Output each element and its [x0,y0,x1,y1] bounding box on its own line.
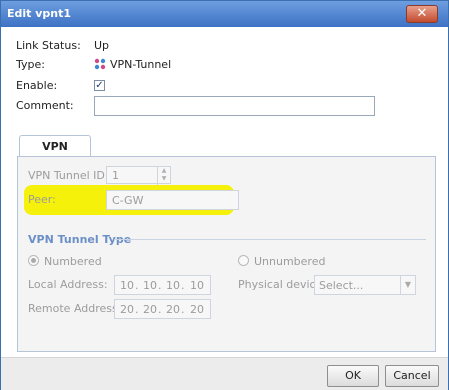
close-button[interactable]: ✕ [406,5,438,23]
remote-octet-3: 20 [166,303,180,316]
dot-separator: . [135,303,139,316]
dialog-title: Edit vpnt1 [7,7,72,20]
peer-label: Peer: [28,193,56,206]
button-bar: OK Cancel [1,357,448,390]
unnumbered-radio[interactable] [238,255,249,266]
cancel-button[interactable]: Cancel [385,365,439,387]
stepper-arrows[interactable]: ▲ ▼ [157,167,170,185]
peer-value: C-GW [112,194,144,207]
comment-label: Comment: [16,99,74,112]
chevron-down-icon[interactable]: ▼ [400,276,415,294]
edit-dialog: Edit vpnt1 ✕ Link Status: Up Type: VPN-T… [0,0,449,390]
tunnel-id-label: VPN Tunnel ID: [28,169,109,182]
local-octet-2: 10 [143,279,157,292]
tunnel-id-stepper[interactable]: 1 ▲ ▼ [106,166,171,185]
dot-separator: . [181,303,185,316]
type-value: VPN-Tunnel [110,58,172,71]
tab-vpn-tunnel[interactable]: VPN Tunnel [19,135,91,174]
stepper-up-icon[interactable]: ▲ [158,167,170,175]
enable-checkbox[interactable]: ✓ [94,80,105,91]
physical-device-select[interactable]: Select... ▼ [314,275,416,295]
physical-device-placeholder: Select... [319,279,364,292]
local-octet-1: 10 [120,279,134,292]
numbered-radio[interactable] [28,255,39,266]
dot-separator: . [135,279,139,292]
peer-input[interactable]: C-GW [106,190,239,210]
remote-octet-4: 20 [190,303,204,316]
ok-button[interactable]: OK [327,365,379,387]
remote-octet-2: 20 [143,303,157,316]
local-address-label: Local Address: [28,278,108,291]
physical-device-label: Physical device: [238,278,327,291]
unnumbered-label: Unnumbered [254,255,326,268]
link-status-value: Up [94,39,110,52]
vpn-tunnel-panel: VPN Tunnel ID: 1 ▲ ▼ Peer: C-GW VPN Tunn… [17,156,436,352]
comment-input[interactable] [94,96,375,116]
tunnel-id-value: 1 [112,169,119,182]
type-label: Type: [16,58,45,71]
dot-separator: . [158,303,162,316]
remote-address-label: Remote Address: [28,302,122,315]
dot-separator: . [158,279,162,292]
remote-address-input[interactable]: 20 . 20 . 20 . 20 [114,299,211,319]
numbered-label: Numbered [44,255,102,268]
vpn-tunnel-icon [94,58,106,70]
enable-label: Enable: [16,79,58,92]
local-octet-4: 10 [190,279,204,292]
dot-separator: . [181,279,185,292]
dialog-body: Link Status: Up Type: VPN-Tunnel Enable:… [1,27,448,357]
title-bar[interactable]: Edit vpnt1 ✕ [1,1,448,27]
local-address-input[interactable]: 10 . 10 . 10 . 10 [114,275,211,295]
stepper-down-icon[interactable]: ▼ [158,175,170,183]
remote-octet-1: 20 [120,303,134,316]
link-status-label: Link Status: [16,39,81,52]
local-octet-3: 10 [166,279,180,292]
section-divider [114,239,426,240]
